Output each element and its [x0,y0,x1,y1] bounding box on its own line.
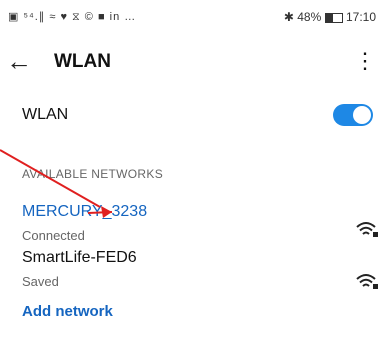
annotation-arrow [0,149,113,218]
